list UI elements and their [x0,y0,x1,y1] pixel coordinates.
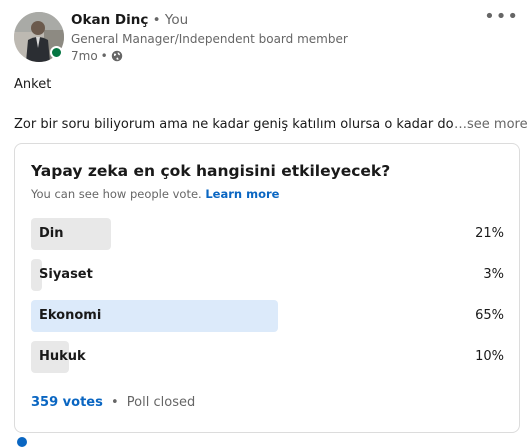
author-line: Okan Dinç • You [71,12,188,28]
poll-option[interactable]: Hukuk 10% [31,341,506,373]
poll-option-label: Din [39,226,64,241]
post-meta: 7mo • [71,49,123,63]
author-headline: General Manager/Independent board member [71,32,348,46]
post-time: 7mo [71,49,98,63]
poll-option-percent: 21% [475,226,504,241]
poll-option[interactable]: Din 21% [31,218,506,250]
connection-degree: • You [152,12,189,28]
poll-option-percent: 65% [475,308,504,323]
poll-visibility-note: You can see how people vote. Learn more [31,187,279,201]
post-text-line: Anket [14,77,52,92]
vote-count-link[interactable]: 359 votes [31,395,103,410]
poll-question: Yapay zeka en çok hangisini etkileyecek? [31,162,391,180]
post-text-line: Zor bir soru biliyorum ama ne kadar geni… [14,117,454,132]
see-more-link[interactable]: …see more [454,117,528,132]
reaction-icon [17,437,27,447]
poll-option-percent: 10% [475,349,504,364]
poll-status: Poll closed [126,395,196,410]
poll-option-percent: 3% [483,267,504,282]
poll-footer: 359 votes • Poll closed [31,395,195,410]
footer-separator: • [110,395,119,410]
poll-option-label: Hukuk [39,349,86,364]
globe-icon [111,50,123,62]
poll-option-label: Siyaset [39,267,93,282]
poll-option[interactable]: Siyaset 3% [31,259,506,291]
poll-note-text: You can see how people vote. [31,187,202,201]
poll-card: Yapay zeka en çok hangisini etkileyecek?… [14,143,520,433]
poll-option[interactable]: Ekonomi 65% [31,300,506,332]
more-options-icon[interactable]: ••• [484,8,519,26]
poll-option-label: Ekonomi [39,308,102,323]
author-name[interactable]: Okan Dinç [71,12,148,28]
learn-more-link[interactable]: Learn more [205,187,279,201]
online-status-indicator [50,46,63,59]
meta-separator: • [100,49,108,63]
